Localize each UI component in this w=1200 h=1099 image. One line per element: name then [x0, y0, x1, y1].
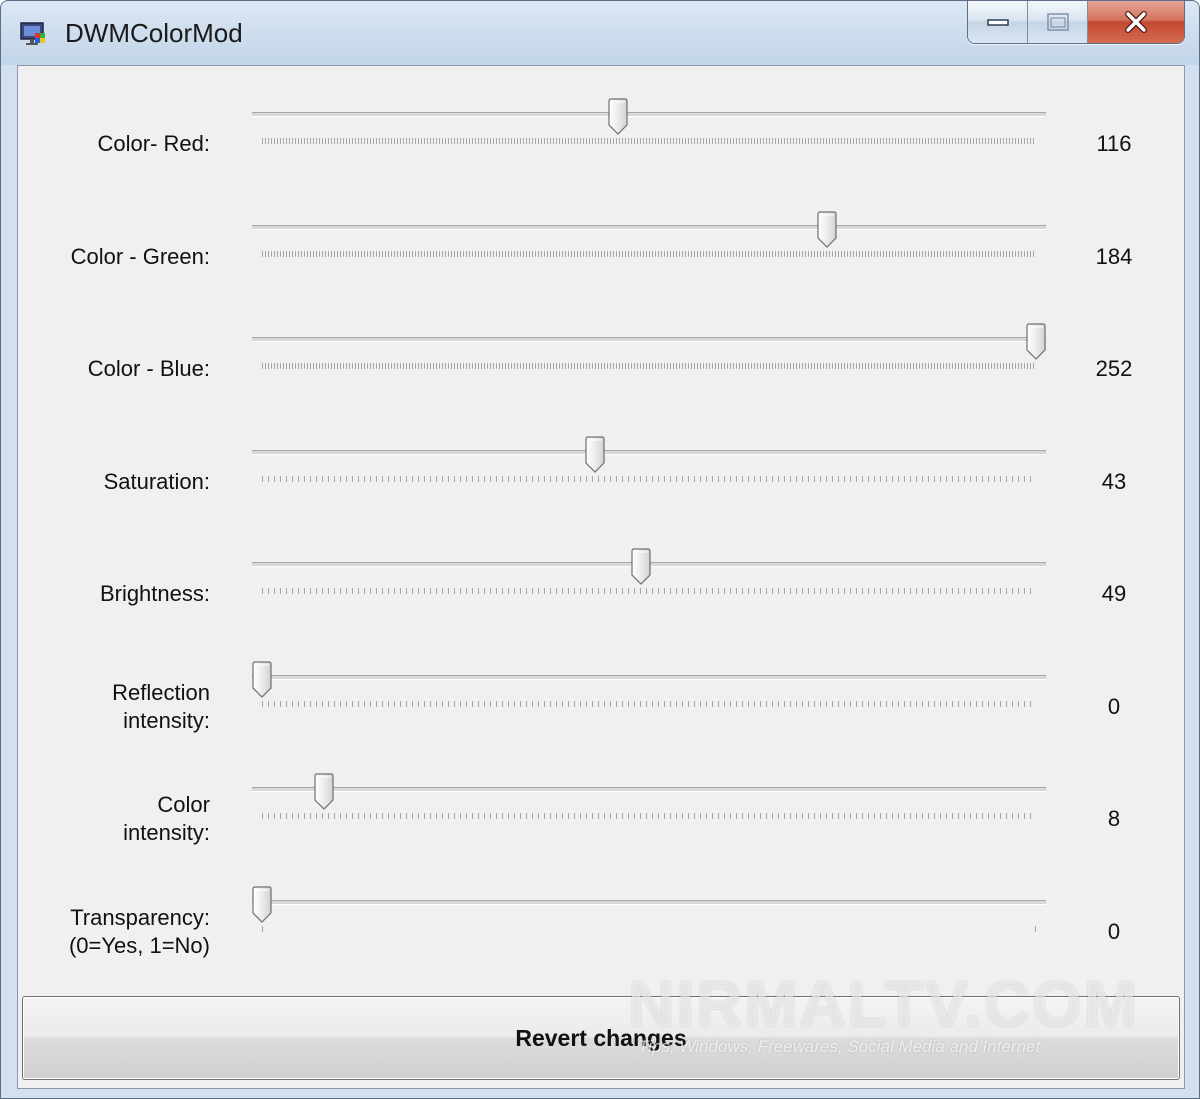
slider-ticks [262, 138, 1036, 144]
slider-value: 0 [1107, 693, 1121, 719]
slider[interactable] [252, 773, 1046, 833]
slider-track[interactable] [252, 674, 1046, 680]
slider[interactable] [252, 435, 1046, 496]
slider-label: Transparency: (0=Yes, 1=No) [68, 904, 210, 958]
slider-ticks [262, 250, 1036, 257]
slider-track[interactable] [252, 224, 1046, 230]
slider-track[interactable] [252, 899, 1046, 905]
slider-value: 43 [1101, 468, 1127, 494]
close-icon [1088, 1, 1184, 43]
minimize-icon [968, 1, 1027, 43]
slider-thumb[interactable] [630, 548, 652, 586]
slider-track[interactable] [252, 787, 1046, 792]
slider-ticks [262, 363, 1036, 369]
slider-value: 8 [1107, 806, 1121, 831]
slider-row: Transparency: (0=Yes, 1=No) 0 [18, 880, 1184, 992]
slider-thumb[interactable] [584, 435, 606, 474]
slider-ticks [262, 813, 1036, 819]
slider-ticks [262, 588, 1036, 594]
window-title: DWMColorMod [65, 18, 243, 48]
slider-row: Reflection intensity: 0 [18, 655, 1184, 767]
close-button[interactable] [1088, 1, 1184, 43]
monitor-icon [19, 19, 51, 51]
slider-row: Color intensity: 8 [18, 767, 1184, 879]
slider-value: 184 [1095, 243, 1133, 269]
slider-thumb[interactable] [816, 210, 838, 249]
slider-track[interactable] [252, 449, 1046, 455]
maximize-button[interactable] [1028, 1, 1088, 43]
slider-track[interactable] [252, 112, 1046, 117]
slider-value: 252 [1095, 356, 1133, 381]
slider[interactable] [252, 210, 1046, 271]
title-bar[interactable]: DWMColorMod [1, 1, 1199, 65]
app-window: DWMColorMod Color- Red: 116 Color - Gree… [0, 0, 1200, 1099]
slider-label: Color - Green: [70, 243, 210, 269]
slider-thumb[interactable] [607, 98, 629, 136]
minimize-button[interactable] [968, 1, 1028, 43]
slider-value: 49 [1101, 581, 1127, 606]
slider-label: Saturation: [103, 468, 210, 494]
slider-row: Color- Red: 116 [18, 92, 1184, 204]
slider-label: Color- Red: [97, 131, 210, 156]
slider-track[interactable] [252, 337, 1046, 342]
slider-value: 116 [1096, 131, 1132, 156]
maximize-icon [1028, 1, 1087, 43]
slider-label: Reflection intensity: [112, 679, 210, 733]
slider-label: Color intensity: [123, 792, 210, 845]
slider[interactable] [252, 548, 1046, 608]
slider-thumb[interactable] [251, 885, 273, 924]
slider[interactable] [252, 323, 1046, 383]
slider-thumb[interactable] [1025, 323, 1047, 361]
slider-row: Brightness: 49 [18, 542, 1184, 654]
client-area: Color- Red: 116 Color - Green: 184 Color - B… [17, 65, 1185, 1089]
slider-thumb[interactable] [251, 660, 273, 699]
revert-changes-button[interactable]: Revert changes [22, 996, 1180, 1080]
slider-label: Brightness: [99, 581, 210, 606]
slider[interactable] [251, 885, 1046, 946]
slider-thumb[interactable] [313, 773, 335, 811]
slider-label: Color - Blue: [87, 356, 210, 381]
slider-ticks [262, 700, 1036, 707]
slider-ticks [262, 925, 1036, 932]
slider-row: Saturation: 43 [18, 430, 1184, 542]
caption-buttons [967, 1, 1185, 44]
slider-row: Color - Green: 184 [18, 205, 1184, 317]
slider-ticks [262, 475, 1036, 482]
slider[interactable] [251, 660, 1046, 721]
slider[interactable] [252, 98, 1046, 158]
slider-value: 0 [1107, 918, 1121, 944]
slider-row: Color - Blue: 252 [18, 317, 1184, 429]
